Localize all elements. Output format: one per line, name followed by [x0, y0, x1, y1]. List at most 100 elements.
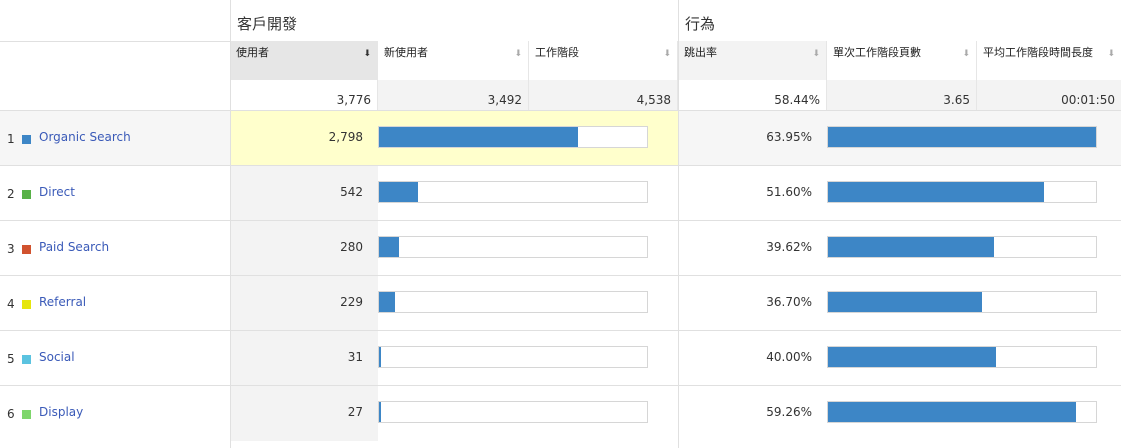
bounce-bar-track — [827, 181, 1097, 203]
bounce-bar-track — [827, 236, 1097, 258]
header-pages-per-session-label: 單次工作階段頁數 — [833, 46, 921, 59]
bounce-bar-track — [827, 346, 1097, 368]
channel-link[interactable]: Referral — [39, 295, 86, 309]
header-avg-session-duration[interactable]: 平均工作階段時間長度 ⬇ — [977, 41, 1121, 80]
bounce-rate-value: 39.62% — [766, 240, 812, 254]
series-color-swatch — [22, 355, 31, 364]
bounce-bar-track — [827, 126, 1097, 148]
row-label-cell: 5 Social — [0, 331, 230, 386]
series-color-swatch — [22, 245, 31, 254]
bounce-rate-value: 59.26% — [766, 405, 812, 419]
total-pages-per-session: 3.65 — [827, 80, 977, 110]
users-bar-cell — [378, 331, 678, 386]
bounce-bar-cell — [827, 166, 1121, 221]
users-bar-track — [378, 346, 648, 368]
header-users[interactable]: 使用者 ⬇ — [230, 41, 378, 80]
users-bar-fill — [379, 292, 396, 312]
row-label-cell: 2 Direct — [0, 166, 230, 221]
header-pages-per-session[interactable]: 單次工作階段頁數 ⬇ — [827, 41, 977, 80]
channel-link[interactable]: Organic Search — [39, 130, 131, 144]
bounce-rate-value: 51.60% — [766, 185, 812, 199]
bounce-rate-value: 63.95% — [766, 130, 812, 144]
row-label-cell: 4 Referral — [0, 276, 230, 331]
total-bounce-rate: 58.44% — [678, 80, 827, 110]
channel-link[interactable]: Paid Search — [39, 240, 109, 254]
sort-arrow-icon[interactable]: ⬇ — [363, 48, 371, 61]
users-value: 2,798 — [230, 111, 378, 166]
users-value: 280 — [230, 221, 378, 276]
header-sessions-label: 工作階段 — [535, 46, 579, 59]
series-color-swatch — [22, 410, 31, 419]
users-bar-fill — [379, 237, 399, 257]
header-bounce-rate[interactable]: 跳出率 ⬇ — [678, 41, 827, 80]
total-new-users: 3,492 — [378, 80, 529, 110]
users-bar-cell — [378, 166, 678, 221]
bounce-bar-fill — [828, 182, 1045, 202]
users-bar-track — [378, 126, 648, 148]
sort-arrow-icon[interactable]: ⬇ — [962, 48, 970, 61]
users-bar-fill — [379, 402, 381, 422]
users-bar-cell — [378, 276, 678, 331]
row-label-cell: 6 Display — [0, 386, 230, 441]
table-row: 5 Social 31 40.00% — [0, 330, 1121, 386]
row-index: 2 — [7, 187, 15, 201]
bounce-bar-track — [827, 291, 1097, 313]
series-color-swatch — [22, 135, 31, 144]
bounce-rate-value: 40.00% — [766, 350, 812, 364]
users-bar-track — [378, 291, 648, 313]
total-avg-session-duration: 00:01:50 — [977, 80, 1121, 110]
row-index: 5 — [7, 352, 15, 366]
row-label-cell: 1 Organic Search — [0, 111, 230, 166]
total-users: 3,776 — [230, 80, 378, 110]
table-row: 2 Direct 542 51.60% — [0, 165, 1121, 221]
series-color-swatch — [22, 300, 31, 309]
bounce-bar-fill — [828, 402, 1077, 422]
users-bar-fill — [379, 182, 418, 202]
header-sessions[interactable]: 工作階段 ⬇ — [529, 41, 678, 80]
users-bar-fill — [379, 127, 578, 147]
users-bar-track — [378, 236, 648, 258]
row-index: 3 — [7, 242, 15, 256]
row-label-cell: 3 Paid Search — [0, 221, 230, 276]
column-divider — [678, 0, 679, 448]
users-bar-track — [378, 181, 648, 203]
users-bar-cell — [378, 221, 678, 276]
column-group-header: 客戶開發 行為 — [0, 0, 1121, 42]
channel-link[interactable]: Direct — [39, 185, 75, 199]
users-bar-cell — [378, 386, 678, 441]
bounce-bar-fill — [828, 347, 996, 367]
bounce-bar-cell — [827, 331, 1121, 386]
row-index: 1 — [7, 132, 15, 146]
header-users-label: 使用者 — [236, 46, 269, 59]
users-bar-fill — [379, 347, 382, 367]
header-new-users-label: 新使用者 — [384, 46, 428, 59]
sort-arrow-icon[interactable]: ⬇ — [1107, 48, 1115, 61]
sort-arrow-icon[interactable]: ⬇ — [514, 48, 522, 61]
users-value: 31 — [230, 331, 378, 386]
bounce-bar-cell — [827, 276, 1121, 331]
bounce-bar-fill — [828, 127, 1096, 147]
table-row: 6 Display 27 59.26% — [0, 385, 1121, 441]
bounce-bar-track — [827, 401, 1097, 423]
bounce-rate-value: 36.70% — [766, 295, 812, 309]
header-bounce-rate-label: 跳出率 — [684, 46, 717, 59]
sort-arrow-icon[interactable]: ⬇ — [812, 48, 820, 61]
bounce-bar-fill — [828, 292, 982, 312]
users-bar-cell — [378, 111, 678, 166]
analytics-table: 客戶開發 行為 使用者 ⬇ 新使用者 ⬇ 工作階段 ⬇ 跳出率 ⬇ 單次工作階段… — [0, 0, 1121, 448]
channel-link[interactable]: Social — [39, 350, 75, 364]
group-behavior: 行為 — [685, 15, 716, 33]
total-sessions: 4,538 — [529, 80, 678, 110]
row-index: 6 — [7, 407, 15, 421]
users-value: 542 — [230, 166, 378, 221]
header-new-users[interactable]: 新使用者 ⬇ — [378, 41, 529, 80]
table-row: 3 Paid Search 280 39.62% — [0, 220, 1121, 276]
series-color-swatch — [22, 190, 31, 199]
header-avg-session-duration-label: 平均工作階段時間長度 — [983, 46, 1093, 59]
sort-arrow-icon[interactable]: ⬇ — [663, 48, 671, 61]
table-row: 4 Referral 229 36.70% — [0, 275, 1121, 331]
bounce-bar-cell — [827, 386, 1121, 441]
channel-link[interactable]: Display — [39, 405, 83, 419]
table-row: 1 Organic Search 2,798 63.95% — [0, 110, 1121, 166]
bounce-bar-fill — [828, 237, 995, 257]
